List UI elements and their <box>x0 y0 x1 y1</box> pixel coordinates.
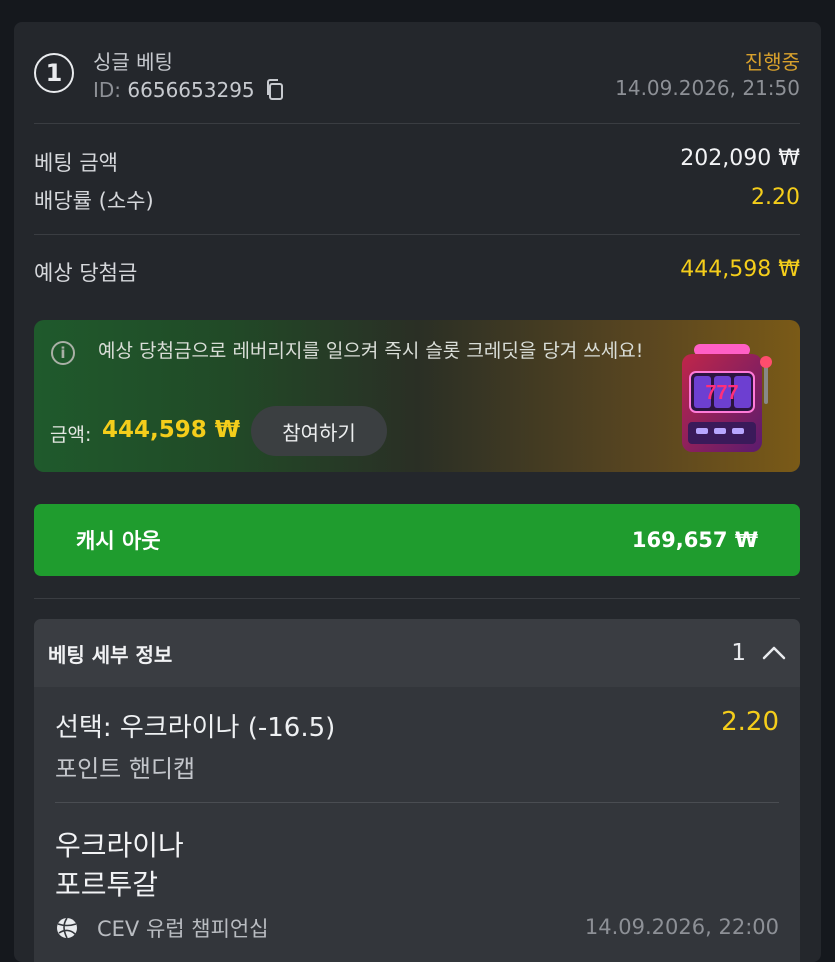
team-away: 포르투갈 <box>55 868 159 901</box>
divider <box>34 123 800 124</box>
odds-label: 배당률 (소수) <box>34 189 154 213</box>
bet-number-badge: 1 <box>34 53 74 93</box>
volleyball-icon <box>57 917 77 939</box>
stake-label: 베팅 금액 <box>34 151 118 175</box>
bet-card: 1 싱글 베팅 ID: 6656653295 진행중 14.09.2026, 2… <box>14 22 821 962</box>
odds-value: 2.20 <box>751 185 800 210</box>
selection-odds: 2.20 <box>721 707 779 737</box>
cash-out-label: 캐시 아웃 <box>76 529 161 553</box>
bet-details-body: 선택: 우크라이나 (-16.5) 2.20 포인트 핸디캡 우크라이나 포르투… <box>34 687 800 962</box>
bet-details-title: 베팅 세부 정보 <box>48 642 173 667</box>
league-row: CEV 유럽 챔피언십 <box>55 913 269 943</box>
slot-reels-text: 777 <box>705 382 738 404</box>
bet-id-label: ID: <box>93 78 122 102</box>
bet-datetime: 14.09.2026, 21:50 <box>615 76 800 100</box>
potential-payout-value: 444,598 ₩ <box>680 257 800 282</box>
stake-value: 202,090 ₩ <box>680 146 800 171</box>
divider <box>34 598 800 599</box>
bet-id-value: 6656653295 <box>127 78 255 102</box>
promo-amount-label: 금액: <box>50 424 92 446</box>
promo-message: 예상 당첨금으로 레버리지를 일으켜 즉시 슬롯 크레딧을 당겨 쓰세요! <box>98 340 644 362</box>
copy-icon[interactable] <box>265 78 285 102</box>
info-icon: i <box>51 341 75 365</box>
market-name: 포인트 핸디캡 <box>55 755 196 783</box>
cash-out-value: 169,657 ₩ <box>631 528 758 552</box>
cash-out-button[interactable]: 캐시 아웃 169,657 ₩ <box>34 504 800 576</box>
bet-id: ID: 6656653295 <box>93 78 285 102</box>
slot-machine-icon: 777 <box>682 344 772 452</box>
divider <box>55 802 779 803</box>
chevron-up-icon[interactable] <box>762 645 786 661</box>
divider <box>34 234 800 235</box>
promo-amount-value: 444,598 ₩ <box>102 417 241 443</box>
slot-credit-promo: i 예상 당첨금으로 레버리지를 일으켜 즉시 슬롯 크레딧을 당겨 쓰세요! … <box>34 320 800 472</box>
selection-text: 선택: 우크라이나 (-16.5) <box>55 713 336 743</box>
bet-details-header[interactable]: 베팅 세부 정보 1 <box>34 619 800 687</box>
join-button[interactable]: 참여하기 <box>251 406 387 456</box>
selection-count: 1 <box>731 640 746 666</box>
match-time: 14.09.2026, 22:00 <box>584 915 779 939</box>
status-badge: 진행중 <box>744 50 800 74</box>
league-name: CEV 유럽 챔피언십 <box>97 917 269 941</box>
potential-payout-label: 예상 당첨금 <box>34 261 138 285</box>
team-home: 우크라이나 <box>55 829 184 862</box>
bet-type-title: 싱글 베팅 <box>93 50 173 74</box>
